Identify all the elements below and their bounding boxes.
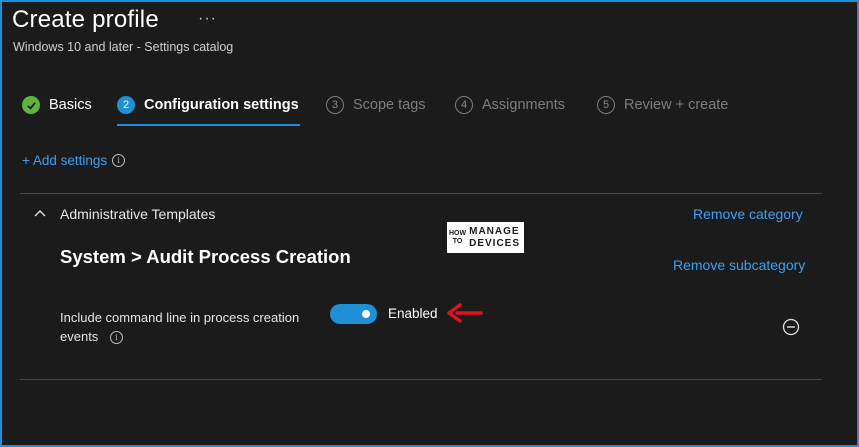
watermark-logo: HOW TO MANAGE DEVICES [447, 222, 524, 253]
step-configuration-settings[interactable]: 2 Configuration settings [117, 96, 299, 114]
subcategory-title: System > Audit Process Creation [60, 246, 351, 267]
chevron-up-icon[interactable] [33, 207, 47, 219]
checkmark-icon [22, 96, 40, 114]
info-icon[interactable]: i [112, 154, 126, 167]
step-number-badge: 2 [117, 96, 135, 114]
active-step-underline [117, 124, 300, 126]
step-label: Scope tags [353, 97, 426, 113]
page-title: Create profile [12, 6, 159, 33]
add-settings-link[interactable]: + Add settings i [22, 153, 126, 168]
step-review-create[interactable]: 5 Review + create [597, 96, 728, 114]
step-label: Basics [49, 97, 92, 113]
setting-toggle[interactable] [330, 304, 377, 324]
step-label: Review + create [624, 97, 729, 113]
step-number-badge: 5 [597, 96, 615, 114]
add-settings-label: + Add settings [22, 153, 108, 168]
step-assignments[interactable]: 4 Assignments [455, 96, 565, 114]
setting-label: Include command line in process creation… [60, 308, 300, 346]
section-divider-bottom [20, 379, 822, 380]
step-label: Configuration settings [144, 97, 299, 113]
logo-rest: MANAGE DEVICES [469, 225, 521, 249]
step-label: Assignments [482, 97, 566, 113]
step-number-badge: 4 [455, 96, 473, 114]
category-title: Administrative Templates [60, 206, 216, 222]
step-basics[interactable]: Basics [22, 96, 92, 114]
logo-how: HOW TO [449, 229, 467, 245]
step-number-badge: 3 [326, 96, 344, 114]
toggle-state-label: Enabled [388, 306, 438, 321]
remove-category-link[interactable]: Remove category [693, 206, 803, 222]
toggle-knob [362, 310, 370, 318]
more-options-button[interactable]: ··· [198, 10, 217, 28]
annotation-arrow-icon [447, 303, 483, 323]
remove-subcategory-link[interactable]: Remove subcategory [673, 257, 805, 273]
page-subtitle: Windows 10 and later - Settings catalog [13, 40, 234, 54]
section-divider-top [20, 193, 822, 194]
remove-setting-icon[interactable] [782, 318, 800, 336]
step-scope-tags[interactable]: 3 Scope tags [326, 96, 426, 114]
setting-label-text: Include command line in process creation… [60, 310, 300, 344]
info-icon[interactable]: i [109, 331, 123, 345]
